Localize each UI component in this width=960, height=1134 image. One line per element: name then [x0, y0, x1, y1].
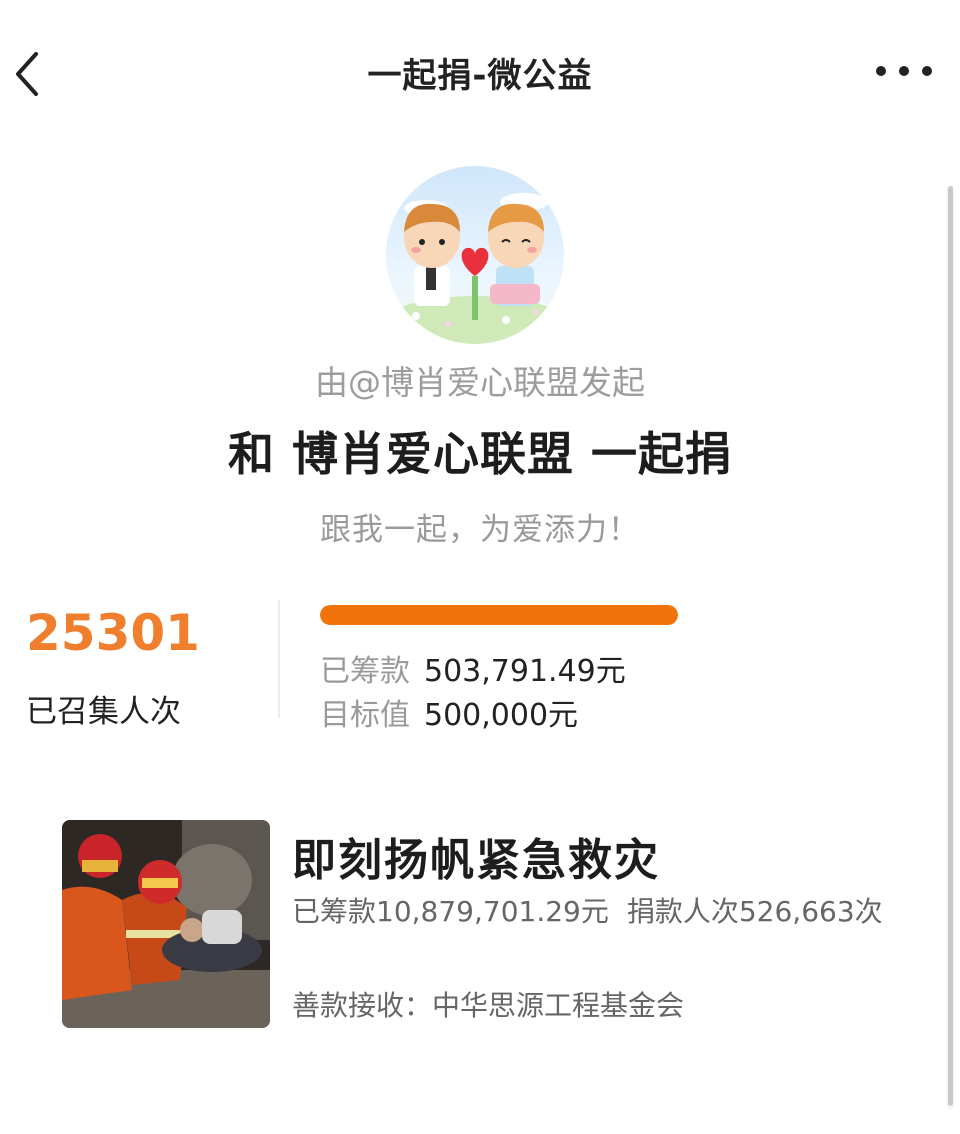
- raised-value: 503,791.49元: [424, 654, 626, 689]
- couple-heart-avatar: [386, 166, 564, 344]
- participant-count: 25301: [26, 604, 200, 662]
- target-amount-row: 目标值 500,000元: [320, 690, 578, 734]
- raised-label: 已筹款: [320, 654, 410, 689]
- more-dot: [876, 66, 886, 76]
- fundraising-progress-bar: [320, 605, 678, 625]
- initiator-text[interactable]: 由@博肖爱心联盟发起: [0, 356, 960, 404]
- rescue-scene-photo: [62, 820, 270, 1028]
- stats-divider: [278, 600, 280, 718]
- raised-amount-row: 已筹款 503,791.49元: [320, 646, 626, 690]
- more-dot: [899, 66, 909, 76]
- progress-fill: [320, 605, 678, 625]
- project-donors: 捐款人次526,663次: [626, 895, 883, 928]
- campaign-slogan: 跟我一起，为爱添力！: [320, 512, 640, 548]
- more-dot: [922, 66, 932, 76]
- target-value: 500,000元: [424, 698, 579, 733]
- page-title: 一起捐-微公益: [367, 56, 593, 96]
- initiator-avatar[interactable]: [386, 166, 564, 344]
- more-options-button[interactable]: [872, 56, 936, 86]
- target-label: 目标值: [320, 698, 410, 733]
- page: 一起捐-微公益 由@博肖爱心联盟发起 和 博肖爱心联盟 一起捐 跟我一起，为爱添…: [0, 0, 960, 1134]
- scrollbar-thumb[interactable]: [948, 186, 953, 1106]
- project-card[interactable]: 即刻扬帆紧急救灾 已筹款10,879,701.29元 捐款人次526,663次 善…: [60, 816, 900, 1036]
- project-thumbnail: [62, 820, 270, 1028]
- project-raised: 已筹款10,879,701.29元: [292, 895, 609, 928]
- campaign-headline: 和 博肖爱心联盟 一起捐: [227, 427, 733, 481]
- project-title: 即刻扬帆紧急救灾: [292, 835, 660, 886]
- navigation-bar: 一起捐-微公益: [0, 0, 960, 130]
- project-receiver: 善款接收：中华思源工程基金会: [292, 989, 685, 1022]
- project-stats: 已筹款10,879,701.29元 捐款人次526,663次: [292, 894, 892, 930]
- participant-count-label: 已召集人次: [26, 694, 181, 730]
